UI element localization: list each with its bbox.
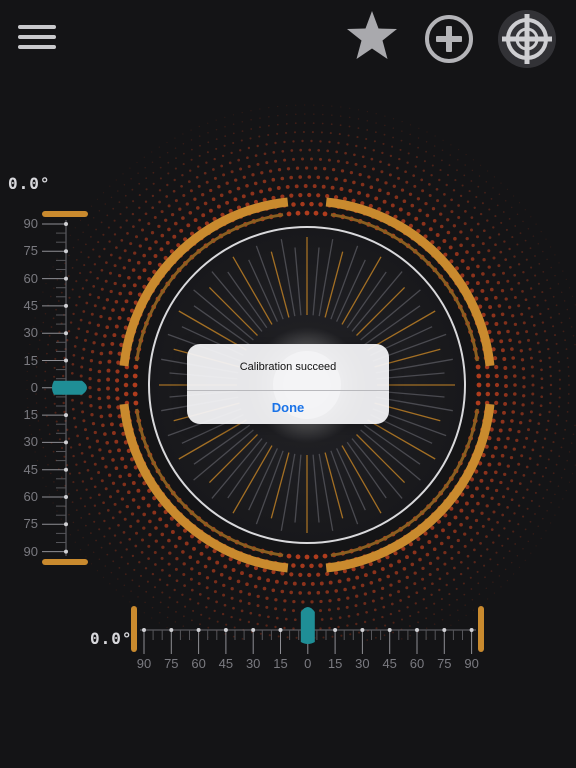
alert-message: Calibration succeed (239, 361, 337, 373)
calibration-alert-dialog: Calibration succeed Done (187, 344, 389, 424)
done-button[interactable]: Done (187, 391, 389, 424)
